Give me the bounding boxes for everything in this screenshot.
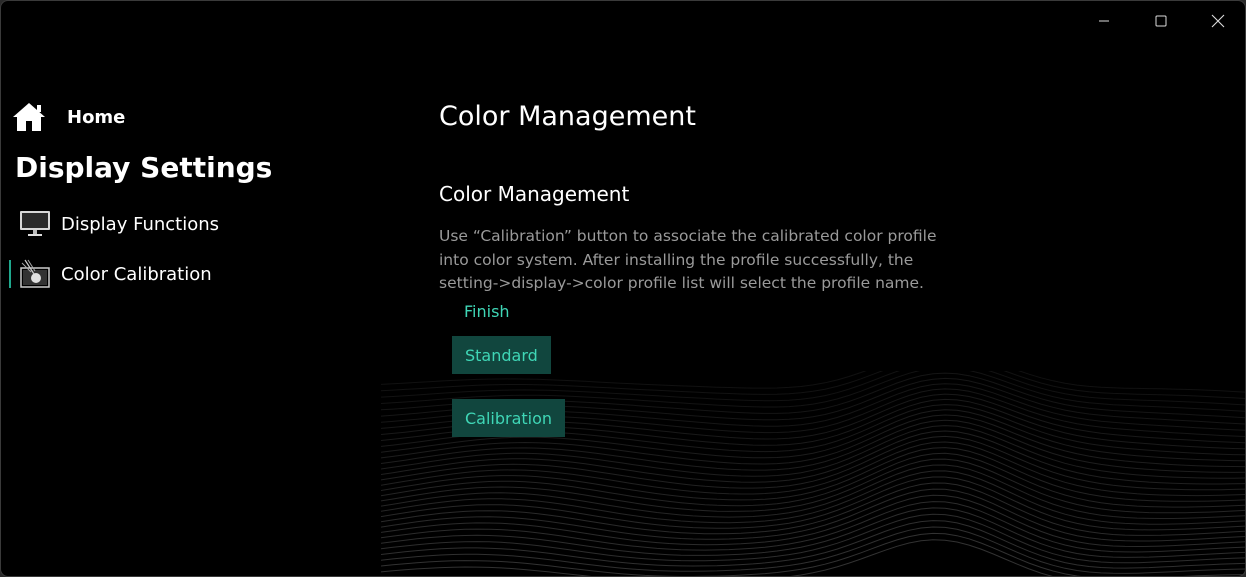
maximize-button[interactable]: [1134, 3, 1188, 39]
sidebar-item-label: Display Functions: [61, 213, 220, 235]
minimize-icon: [1099, 20, 1109, 22]
minimize-button[interactable]: [1077, 3, 1131, 39]
sidebar-section-title: Display Settings: [15, 151, 273, 184]
home-label: Home: [67, 106, 126, 128]
sidebar-item-label: Color Calibration: [61, 263, 212, 285]
calibration-button[interactable]: Calibration: [452, 399, 566, 437]
status-text: Finish: [464, 302, 510, 321]
standard-button[interactable]: Standard: [452, 336, 551, 374]
description-text: Use “Calibration” button to associate th…: [439, 227, 937, 292]
active-indicator: [9, 260, 11, 288]
close-icon: [1211, 14, 1225, 28]
section-heading: Color Management: [439, 182, 630, 206]
home-icon: [13, 103, 45, 131]
close-button[interactable]: [1191, 3, 1245, 39]
monitor-icon: [17, 209, 53, 239]
sidebar-item-color-calibration[interactable]: Color Calibration: [9, 257, 212, 291]
color-calibration-icon: [17, 259, 53, 289]
maximize-icon: [1155, 15, 1167, 27]
page-title: Color Management: [439, 101, 696, 132]
home-link[interactable]: Home: [11, 99, 125, 135]
sidebar-item-display-functions[interactable]: Display Functions: [9, 207, 219, 241]
app-window: Home Display Settings Display Functions: [0, 0, 1246, 577]
